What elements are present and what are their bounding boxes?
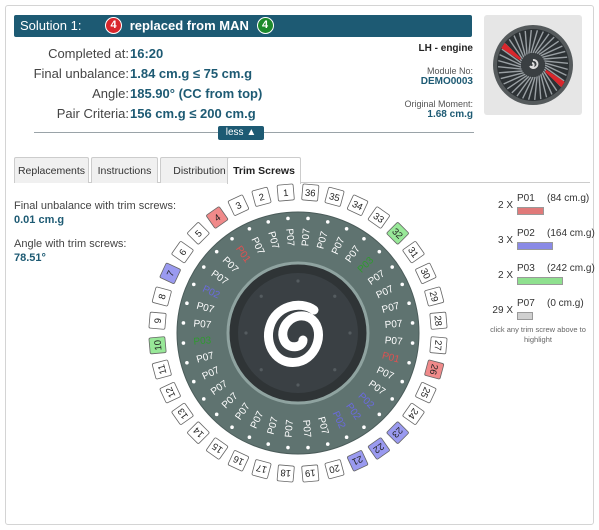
screw-hole (247, 226, 252, 231)
screw-hole (377, 249, 382, 254)
screw-hole (410, 321, 415, 325)
screw-hole (230, 425, 234, 430)
screw-hole (344, 435, 349, 440)
screw-slot-35[interactable]: 35 (324, 186, 345, 207)
screw-label[interactable]: P07 (193, 319, 212, 332)
hub-bolt (296, 279, 300, 283)
slot-number: 36 (304, 188, 315, 200)
screw-hole (191, 379, 196, 384)
screw-hole (247, 435, 252, 440)
screw-hole (286, 445, 290, 450)
screw-hole (191, 282, 196, 287)
screw-hole (407, 360, 411, 365)
screw-hole (185, 360, 189, 365)
screw-label[interactable]: P07 (300, 228, 313, 247)
slot-number: 9 (153, 318, 164, 324)
screw-hole (286, 216, 290, 221)
screw-label[interactable]: P07 (283, 228, 296, 247)
hub-bolt (259, 368, 263, 372)
screw-slot-9[interactable]: 9 (148, 311, 167, 330)
screw-hole (407, 301, 411, 306)
slot-number: 1 (283, 188, 289, 199)
screw-slot-1[interactable]: 1 (276, 183, 295, 202)
hub-bolt (333, 294, 337, 298)
screw-hole (390, 397, 395, 401)
screw-hole (181, 321, 186, 325)
screw-hole (362, 425, 366, 430)
slot-number: 10 (153, 339, 165, 350)
screw-hole (325, 220, 330, 224)
screw-hole (390, 265, 395, 269)
screw-hole (410, 341, 415, 345)
screw-hole (185, 301, 189, 306)
screw-label[interactable]: P07 (300, 419, 313, 438)
screw-hole (400, 379, 405, 384)
trim-screw-wheel: 1234567891011121314151617 18 19 20212223242… (148, 183, 448, 483)
slot-number: 19 (304, 467, 315, 479)
screw-slot-8[interactable]: 8 (151, 286, 172, 307)
slot-number: 18 (280, 467, 291, 479)
screw-hole (214, 412, 219, 417)
screw-hole (230, 236, 234, 241)
hub-bolt (333, 368, 337, 372)
hub-bolt (348, 331, 352, 335)
screw-hole (325, 442, 330, 446)
screw-slot-19[interactable]: 19 (301, 464, 320, 483)
screw-hole (181, 341, 186, 345)
slot-number: 28 (432, 315, 444, 326)
screw-slot-10[interactable]: 10 (148, 336, 167, 355)
screw-hole (344, 226, 349, 231)
screw-slot-2[interactable]: 2 (251, 186, 272, 207)
screw-slot-28[interactable]: 28 (429, 311, 448, 330)
screw-slot-36[interactable]: 36 (301, 183, 320, 202)
slot-number: 27 (432, 339, 444, 350)
screw-hole (362, 236, 366, 241)
screw-hole (201, 397, 206, 401)
screw-slot-27[interactable]: 27 (429, 336, 448, 355)
screw-label[interactable]: P07 (384, 318, 403, 331)
screw-label[interactable]: P07 (384, 335, 403, 348)
screw-hole (266, 442, 271, 446)
screw-label[interactable]: P07 (284, 419, 297, 438)
screw-hole (306, 445, 310, 450)
hub-bolt (296, 383, 300, 387)
screw-hole (400, 282, 405, 287)
hub-bolt (244, 331, 248, 335)
screw-hole (266, 220, 271, 224)
screw-hole (214, 249, 219, 254)
screw-hole (306, 216, 310, 221)
screw-hole (377, 412, 382, 417)
screw-label[interactable]: P03 (193, 335, 212, 348)
screw-slot-18[interactable]: 18 (276, 464, 295, 483)
screw-hole (201, 265, 206, 269)
screw-slot-11[interactable]: 11 (151, 359, 172, 380)
hub-bolt (259, 294, 263, 298)
